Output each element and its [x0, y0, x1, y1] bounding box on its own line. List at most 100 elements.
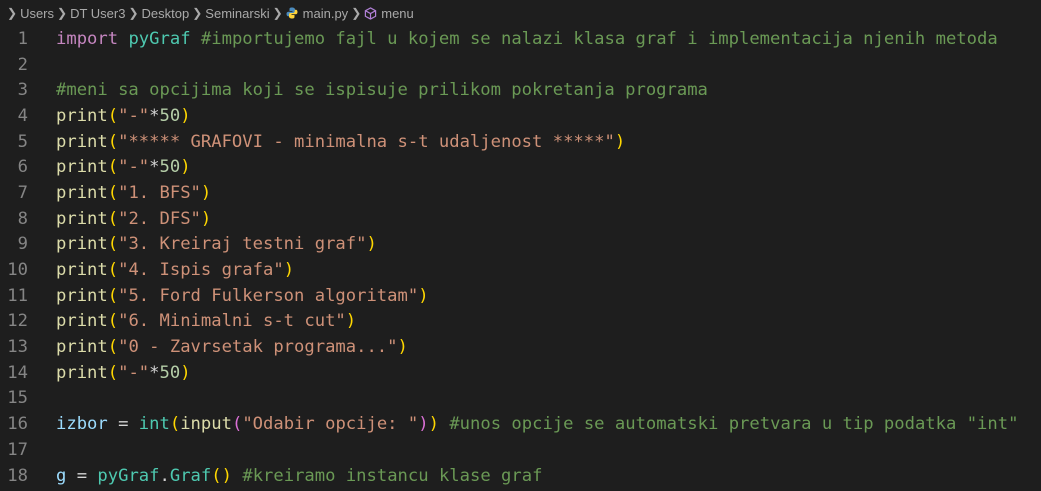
- code-line[interactable]: 2: [0, 52, 1041, 78]
- code-token: print: [56, 234, 108, 255]
- code-token: "-": [118, 157, 150, 178]
- line-number: 2: [17, 54, 28, 75]
- code-token: ): [180, 105, 191, 126]
- code-line[interactable]: 4 print("-"*50): [0, 103, 1041, 129]
- line-code: g = pyGraf.Graf() #kreiramo instancu kla…: [56, 466, 542, 486]
- code-token: pyGraf: [97, 465, 160, 486]
- code-line[interactable]: 9 print("3. Kreiraj testni graf"): [0, 232, 1041, 258]
- code-token: "-": [118, 362, 150, 383]
- code-token: Graf: [169, 465, 212, 486]
- line-number: 9: [17, 234, 28, 255]
- code-line[interactable]: 5 print("***** GRAFOVI - minimalna s-t ud…: [0, 129, 1041, 155]
- line-number: 7: [17, 182, 28, 203]
- line-code: print("3. Kreiraj testni graf"): [56, 234, 377, 254]
- code-token: print: [56, 285, 108, 306]
- code-token: (: [107, 260, 119, 281]
- line-code: #meni sa opcijima koji se ispisuje prili…: [56, 80, 708, 100]
- chevron-right-icon: ❯: [128, 6, 139, 20]
- code-token: (: [107, 182, 119, 203]
- line-number: 18: [7, 465, 28, 486]
- code-line[interactable]: 3 #meni sa opcijima koji se ispisuje pril…: [0, 77, 1041, 103]
- breadcrumb-file-label: main.py: [302, 5, 349, 21]
- breadcrumb-item-user[interactable]: DT User3: [70, 6, 125, 21]
- code-token: print: [56, 337, 108, 358]
- code-token: (: [107, 131, 119, 152]
- line-number: 1: [17, 28, 28, 49]
- breadcrumb-item-users[interactable]: Users: [20, 6, 54, 21]
- code-token: (: [107, 234, 119, 255]
- code-line[interactable]: 16 izbor = int(input("Odabir opcije: ")) …: [0, 411, 1041, 437]
- code-line[interactable]: 6 print("-"*50): [0, 154, 1041, 180]
- chevron-right-icon: ❯: [57, 6, 68, 20]
- symbol-method-icon: [365, 6, 377, 20]
- code-token: "2. DFS": [118, 208, 201, 229]
- code-line[interactable]: 15: [0, 386, 1041, 412]
- line-code: print("-"*50): [56, 106, 191, 126]
- code-token: "5. Ford Fulkerson algoritam": [118, 285, 419, 306]
- code-token: (: [107, 157, 119, 178]
- line-number: 15: [7, 388, 28, 409]
- line-number: 11: [7, 285, 28, 306]
- code-token: 50: [159, 105, 181, 126]
- code-token: (: [107, 285, 119, 306]
- code-token: #unos opcije se automatski pretvara u ti…: [449, 414, 1019, 435]
- line-number: 16: [7, 414, 28, 435]
- line-number: 3: [17, 80, 28, 101]
- code-line[interactable]: 17: [0, 437, 1041, 463]
- code-line[interactable]: 7 print("1. BFS"): [0, 180, 1041, 206]
- python-file-icon: [286, 7, 298, 19]
- breadcrumb: ❯ Users ❯ DT User3 ❯ Desktop ❯ Seminarsk…: [0, 0, 1041, 26]
- code-line[interactable]: 12 print("6. Minimalni s-t cut"): [0, 309, 1041, 335]
- code-token: print: [56, 157, 108, 178]
- code-line[interactable]: 8 print("2. DFS"): [0, 206, 1041, 232]
- code-token: "Odabir opcije: ": [242, 414, 419, 435]
- code-line[interactable]: 11 print("5. Ford Fulkerson algoritam"): [0, 283, 1041, 309]
- code-token: "0 - Zavrsetak programa...": [118, 337, 398, 358]
- code-token: print: [56, 311, 108, 332]
- code-token: *: [149, 105, 160, 126]
- code-token: 50: [159, 157, 181, 178]
- code-editor[interactable]: 1 import pyGraf #importujemo fajl u kojem…: [0, 26, 1041, 488]
- chevron-right-icon: ❯: [351, 6, 362, 20]
- code-token: (: [107, 311, 119, 332]
- line-code: izbor = int(input("Odabir opcije: ")) #u…: [56, 414, 1018, 434]
- line-code: print("***** GRAFOVI - minimalna s-t uda…: [56, 132, 625, 152]
- breadcrumb-symbol-label: menu: [381, 5, 414, 21]
- code-token: (: [107, 337, 119, 358]
- code-token: "1. BFS": [118, 182, 201, 203]
- code-token: ): [200, 208, 212, 229]
- line-number: 6: [17, 157, 28, 178]
- code-token: *: [149, 362, 160, 383]
- code-token: (: [107, 208, 119, 229]
- code-token: ): [180, 362, 191, 383]
- code-line[interactable]: 13 print("0 - Zavrsetak programa..."): [0, 334, 1041, 360]
- code-token: ): [180, 157, 191, 178]
- line-code: print("-"*50): [56, 157, 191, 177]
- code-token: =: [66, 465, 98, 486]
- breadcrumb-item-folder[interactable]: Seminarski: [205, 6, 269, 21]
- code-token: ): [614, 131, 626, 152]
- code-token: izbor: [56, 414, 108, 435]
- code-token: =: [107, 414, 139, 435]
- code-line[interactable]: 10 print("4. Ispis grafa"): [0, 257, 1041, 283]
- code-token: (: [211, 465, 222, 486]
- breadcrumb-item-desktop[interactable]: Desktop: [142, 6, 190, 21]
- code-token: (: [107, 105, 119, 126]
- line-code: import pyGraf #importujemo fajl u kojem …: [56, 29, 998, 49]
- code-token: pyGraf: [128, 28, 191, 49]
- code-token: (: [107, 362, 119, 383]
- code-line[interactable]: 1 import pyGraf #importujemo fajl u kojem…: [0, 26, 1041, 52]
- code-line[interactable]: 14 print("-"*50): [0, 360, 1041, 386]
- code-token: print: [56, 131, 108, 152]
- line-number: 8: [17, 208, 28, 229]
- code-line[interactable]: 18 g = pyGraf.Graf() #kreiramo instancu k…: [0, 463, 1041, 489]
- chevron-right-icon: ❯: [192, 6, 203, 20]
- code-token: ): [200, 182, 212, 203]
- breadcrumb-item-file[interactable]: main.py: [286, 5, 349, 21]
- line-number: 13: [7, 337, 28, 358]
- code-token: g: [56, 465, 67, 486]
- code-token: "3. Kreiraj testni graf": [118, 234, 367, 255]
- code-token: 50: [159, 362, 181, 383]
- breadcrumb-item-symbol[interactable]: menu: [364, 6, 414, 21]
